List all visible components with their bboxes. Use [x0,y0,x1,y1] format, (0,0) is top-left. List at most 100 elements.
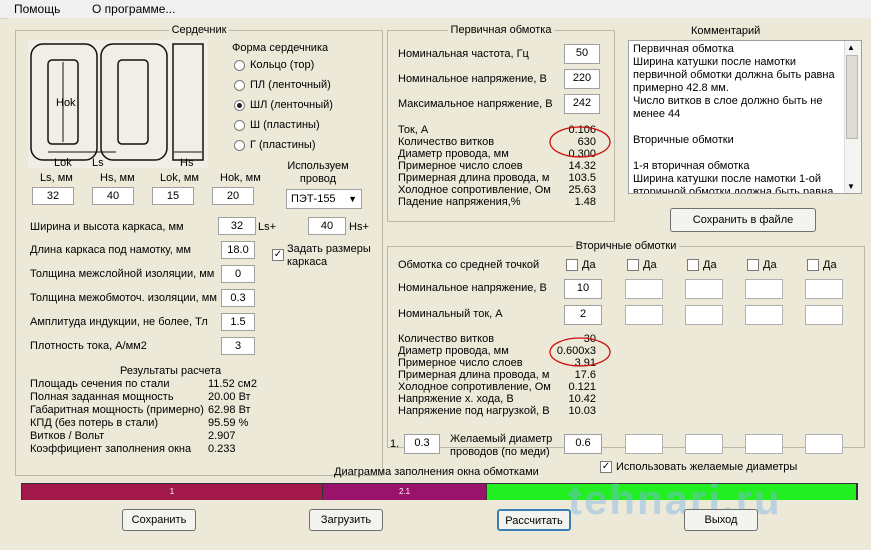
dim-label: Hok, мм [220,172,261,184]
desired-input[interactable]: 0.6 [564,434,602,454]
sec-result-label: Примерная длина провода, м [398,369,550,381]
core-result-value: 95.59 % [208,417,249,429]
lok-label: Lok [54,157,72,168]
wire-select[interactable]: ПЭТ-155 ▼ [286,189,362,209]
comment-scroll-thumb[interactable] [846,55,858,139]
core-result-value: 0.233 [208,443,236,455]
shape-label: ПЛ (ленточный) [250,79,331,91]
scroll-up-icon[interactable]: ▲ [847,43,855,52]
desired-input[interactable] [685,434,723,454]
sec-voltage-input[interactable] [685,279,723,299]
center-tap-da: Да [703,259,717,271]
menu-bar: Помощь О программе... [0,0,871,19]
desired-index: 1. [390,438,400,450]
shape-radio[interactable] [234,140,245,151]
dim-input[interactable]: 40 [92,187,134,205]
dim-label: Ls, мм [40,172,73,184]
comment-scrollbar[interactable]: ▲ ▼ [844,41,861,193]
comment-textarea[interactable]: Первичная обмотка Ширина катушки после на… [628,40,862,194]
comment-line: примерно 42.8 мм. [633,82,729,94]
sec-result-label: Напряжение под нагрузкой, В [398,405,550,417]
comment-line [629,121,861,134]
center-tap-checkbox[interactable] [627,259,639,271]
primary-input-label: Номинальное напряжение, В [398,73,547,85]
sec-voltage-input[interactable] [745,279,783,299]
core-result-label: Площадь сечения по стали [30,378,170,390]
calc-button[interactable]: Рассчитать [497,509,571,531]
core-result-value: 20.00 Вт [208,391,251,403]
center-tap-da: Да [763,259,777,271]
comment-line: Первичная обмотка [633,43,734,55]
center-tap-da: Да [643,259,657,271]
sec-current-input[interactable] [625,305,663,325]
annotation-circle-secondary [549,337,611,367]
center-tap-checkbox[interactable] [747,259,759,271]
sec-current-input[interactable]: 2 [564,305,602,325]
save-button[interactable]: Сохранить [122,509,196,531]
primary-legend: Первичная обмотка [450,24,552,36]
shape-label: Г (пластины) [250,139,316,151]
desired-primary-input[interactable]: 0.3 [404,434,440,454]
shape-radio[interactable] [234,120,245,131]
param-input[interactable]: 0.3 [221,289,255,307]
param-input[interactable]: 18.0 [221,241,255,259]
ls-label: Ls [92,157,104,168]
center-tap-checkbox[interactable] [566,259,578,271]
primary-result-label: Ток, А [398,124,429,136]
scroll-down-icon[interactable]: ▼ [847,182,855,191]
shape-radio[interactable] [234,60,245,71]
sec-voltage-input[interactable] [805,279,843,299]
param-label: Длина каркаса под намотку, мм [30,244,191,256]
param-input[interactable]: 0 [221,265,255,283]
sec-current-input[interactable] [805,305,843,325]
comment-legend: Комментарий [691,25,761,37]
comment-line: Ширина катушки после намотки [633,56,796,68]
primary-input[interactable]: 220 [564,69,600,89]
primary-input[interactable]: 50 [564,44,600,64]
center-tap-checkbox[interactable] [687,259,699,271]
comment-line: Вторичные обмотки [633,134,734,146]
sec-current-input[interactable] [745,305,783,325]
center-tap-checkbox[interactable] [807,259,819,271]
frame-label: Ширина и высота каркаса, мм [30,221,184,233]
frame-ls-input[interactable]: 32 [218,217,256,235]
shape-label: Ш (пластины) [250,119,320,131]
desired-input[interactable] [625,434,663,454]
shape-radio[interactable] [234,80,245,91]
menu-about[interactable]: О программе... [92,2,175,16]
dim-input[interactable]: 20 [212,187,254,205]
set-frame-checkbox[interactable]: ✓ [272,249,284,261]
primary-result-label: Холодное сопротивление, Ом [398,184,551,196]
dim-input[interactable]: 32 [32,187,74,205]
core-result-label: Габаритная мощность (примерно) [30,404,204,416]
param-input[interactable]: 1.5 [221,313,255,331]
comment-line: вторичной обмотки должна быть равна [633,186,834,194]
menu-help[interactable]: Помощь [14,2,60,16]
comment-line: 1-я вторичная обмотка [633,160,750,172]
desired-input[interactable] [805,434,843,454]
comment-line: Число витков в слое должно быть не [633,95,823,107]
sec-result-label: Примерное число слоев [398,357,523,369]
shape-radio[interactable] [234,100,245,111]
primary-input[interactable]: 242 [564,94,600,114]
desired-input[interactable] [745,434,783,454]
frame-ls-suffix: Ls+ [258,221,277,233]
frame-hs-input[interactable]: 40 [308,217,346,235]
wire-select-value: ПЭТ-155 [291,193,336,205]
dim-input[interactable]: 15 [152,187,194,205]
load-button[interactable]: Загрузить [309,509,383,531]
comment-line: первичной обмотки должна быть равна [633,69,835,81]
exit-button[interactable]: Выход [684,509,758,531]
core-result-value: 62.98 Вт [208,404,251,416]
frame-hs-suffix: Hs+ [349,221,369,233]
sec-voltage-input[interactable]: 10 [564,279,602,299]
use-desired-checkbox[interactable]: ✓ [600,461,612,473]
core-legend: Сердечник [171,24,227,36]
sec-current-input[interactable] [685,305,723,325]
save-file-button[interactable]: Сохранить в файле [670,208,816,232]
sec-voltage-input[interactable] [625,279,663,299]
hs-label: Hs [180,157,194,168]
chevron-down-icon: ▼ [348,194,357,204]
param-input[interactable]: 3 [221,337,255,355]
core-result-label: Витков / Вольт [30,430,105,442]
